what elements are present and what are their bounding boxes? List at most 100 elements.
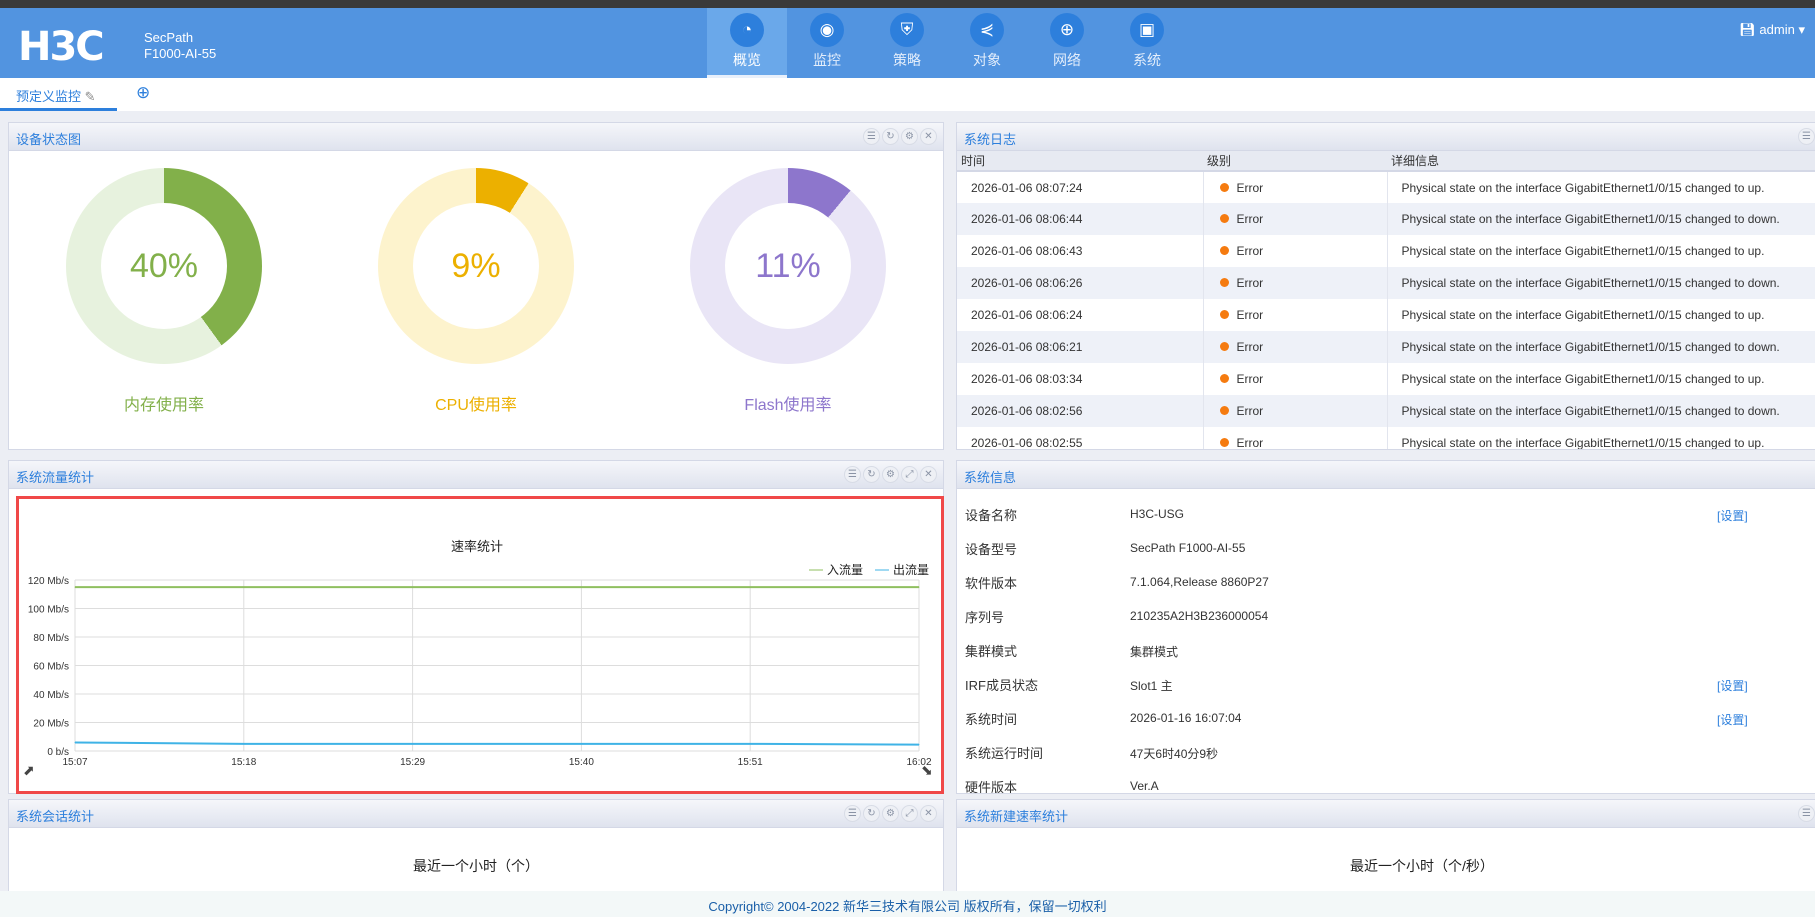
gear-icon[interactable]: ⚙ [882, 466, 899, 483]
gauge-value: 9% [413, 203, 539, 329]
data-point [243, 586, 245, 588]
list-icon[interactable]: ☰ [844, 805, 861, 822]
gear-icon[interactable]: ⚙ [882, 805, 899, 822]
nav-item-3[interactable]: ⋞ 对象 [947, 8, 1027, 78]
resize-left-icon[interactable]: ⬈ [23, 762, 35, 778]
nav-item-1[interactable]: ◉ 监控 [787, 8, 867, 78]
error-dot-icon [1219, 214, 1229, 223]
gauge-label: CPU使用率 [435, 397, 517, 414]
level-text: Error [1236, 244, 1264, 258]
table-row[interactable]: 2026-01-06 08:06:21 Error Physical state o… [957, 331, 1815, 363]
refresh-icon[interactable]: ↻ [882, 128, 899, 145]
log-detail: Physical state on the interface GigabitE… [1387, 203, 1815, 235]
user-menu[interactable]: 💾︎ admin ▾ [1739, 22, 1805, 38]
panel-title: 系统流量统计 [16, 470, 95, 485]
monitor-icon: ▣ [1130, 13, 1164, 47]
settings-link[interactable]: [设置] [1717, 677, 1748, 694]
close-icon[interactable]: ✕ [920, 805, 937, 822]
tab-label: 预定义监控 [16, 89, 82, 104]
product-model-name: F1000-AI-55 [144, 46, 217, 61]
table-row[interactable]: 2026-01-06 08:02:55 Error Physical state o… [957, 427, 1815, 450]
info-row: 系统运行时间 47天6时40分9秒 [965, 743, 1815, 763]
caret-down-icon: ▾ [1798, 22, 1805, 37]
info-value: SecPath F1000-AI-55 [1130, 541, 1246, 555]
session-stats-panel: 系统会话统计 ☰ ↻ ⚙ ⤢ ✕ 最近一个小时（个） [8, 799, 944, 899]
level-text: Error [1236, 308, 1264, 322]
nav-label: 监控 [813, 52, 841, 68]
legend-label[interactable]: 出流量 [893, 563, 929, 577]
add-tab-button[interactable]: ⊕ [136, 83, 150, 103]
log-time: 2026-01-06 08:03:34 [957, 363, 1204, 395]
gauge-ring: 9% [378, 168, 574, 364]
gauge-ring: 40% [66, 168, 262, 364]
settings-link[interactable]: [设置] [1717, 711, 1748, 728]
y-tick-label: 80 Mb/s [33, 633, 69, 644]
nav-item-2[interactable]: ⛨ 策略 [867, 8, 947, 78]
nav-item-0[interactable]: ◔ 概览 [707, 8, 787, 78]
chart-title: 速率统计 [451, 539, 503, 554]
nav-item-4[interactable]: ⊕ 网络 [1027, 8, 1107, 78]
table-row[interactable]: 2026-01-06 08:07:24 Error Physical state o… [957, 171, 1815, 203]
col-level[interactable]: 级别 [1203, 151, 1387, 172]
info-value: Ver.A [1130, 779, 1159, 793]
y-tick-label: 120 Mb/s [28, 576, 69, 587]
list-icon[interactable]: ☰ [863, 128, 880, 145]
close-icon[interactable]: ✕ [920, 466, 937, 483]
refresh-icon[interactable]: ↻ [863, 805, 880, 822]
data-point [412, 743, 414, 745]
tab-predefined-monitor[interactable]: 预定义监控 ✎ [0, 78, 117, 111]
nav-item-5[interactable]: ▣ 系统 [1107, 8, 1187, 78]
table-row[interactable]: 2026-01-06 08:06:24 Error Physical state o… [957, 299, 1815, 331]
edit-icon[interactable]: ✎ [85, 89, 96, 104]
table-row[interactable]: 2026-01-06 08:06:43 Error Physical state o… [957, 235, 1815, 267]
settings-link[interactable]: [设置] [1717, 507, 1748, 524]
log-detail: Physical state on the interface GigabitE… [1387, 267, 1815, 299]
info-label: IRF成员状态 [965, 678, 1038, 693]
nav-label: 策略 [893, 52, 921, 68]
expand-icon[interactable]: ⤢ [901, 466, 918, 483]
col-time[interactable]: 时间 [957, 151, 1203, 172]
refresh-icon[interactable]: ↻ [863, 466, 880, 483]
log-time: 2026-01-06 08:06:43 [957, 235, 1204, 267]
level-text: Error [1236, 436, 1264, 450]
info-label: 系统时间 [965, 712, 1018, 727]
browser-strip [0, 0, 1815, 8]
panel-header: 系统日志 ☰ [957, 123, 1815, 151]
gear-icon[interactable]: ⚙ [901, 128, 918, 145]
info-row: 设备名称 H3C-USG [设置] [965, 505, 1815, 525]
table-row[interactable]: 2026-01-06 08:03:34 Error Physical state o… [957, 363, 1815, 395]
error-dot-icon [1219, 246, 1229, 255]
expand-icon[interactable]: ⤢ [901, 805, 918, 822]
nav-label: 概览 [733, 52, 761, 68]
username: admin [1759, 22, 1795, 37]
resize-right-icon[interactable]: ⬊ [921, 762, 933, 778]
table-row[interactable]: 2026-01-06 08:06:44 Error Physical state o… [957, 203, 1815, 235]
info-label: 设备名称 [965, 508, 1018, 523]
log-level: Error [1203, 427, 1388, 450]
info-value: 47天6时40分9秒 [1130, 747, 1219, 761]
close-icon[interactable]: ✕ [920, 128, 937, 145]
table-row[interactable]: 2026-01-06 08:02:56 Error Physical state o… [957, 395, 1815, 427]
level-text: Error [1236, 180, 1264, 195]
error-dot-icon [1219, 182, 1229, 192]
panel-header: 系统会话统计 ☰ ↻ ⚙ ⤢ ✕ [9, 800, 943, 828]
log-level: Error [1203, 395, 1388, 427]
info-row: 软件版本 7.1.064,Release 8860P27 [965, 573, 1815, 593]
log-level: Error [1203, 203, 1388, 235]
log-detail: Physical state on the interface GigabitE… [1387, 331, 1815, 363]
list-icon[interactable]: ☰ [1798, 805, 1815, 822]
panel-title: 设备状态图 [16, 132, 82, 147]
list-icon[interactable]: ☰ [1798, 128, 1815, 145]
log-level: Error [1203, 331, 1388, 363]
col-detail[interactable]: 详细信息 [1387, 151, 1815, 172]
x-tick-label: 15:51 [738, 757, 763, 768]
log-time: 2026-01-06 08:06:21 [957, 331, 1204, 363]
product-line: SecPath [144, 30, 194, 45]
table-row[interactable]: 2026-01-06 08:06:26 Error Physical state o… [957, 267, 1815, 299]
info-value: Slot1 主 [1130, 679, 1173, 693]
data-point [749, 743, 751, 745]
list-icon[interactable]: ☰ [844, 466, 861, 483]
level-text: Error [1236, 212, 1264, 226]
legend-label[interactable]: 入流量 [827, 563, 863, 577]
data-point [918, 586, 920, 588]
